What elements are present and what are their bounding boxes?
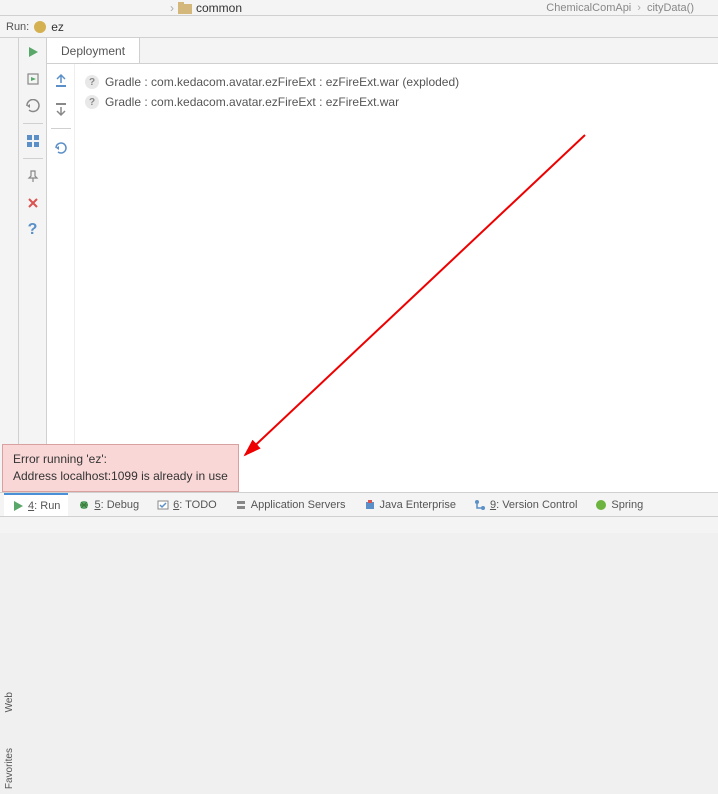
separator xyxy=(51,128,71,129)
separator xyxy=(23,158,43,159)
error-notification[interactable]: Error running 'ez': Address localhost:10… xyxy=(2,444,239,492)
rerun-button[interactable] xyxy=(21,40,45,64)
separator-icon: › xyxy=(637,2,641,14)
deployment-list: ? Gradle : com.kedacom.avatar.ezFireExt … xyxy=(75,64,718,492)
tab-spring[interactable]: Spring xyxy=(587,493,651,516)
question-icon: ? xyxy=(28,221,38,239)
folder-name: common xyxy=(196,1,242,15)
error-line1: Error running 'ez': xyxy=(13,451,228,468)
deployment-item[interactable]: ? Gradle : com.kedacom.avatar.ezFireExt … xyxy=(85,92,708,112)
folder-icon xyxy=(178,2,192,14)
breadcrumb-method[interactable]: cityData() xyxy=(647,2,694,14)
run-tool-window: Web Favorites ? Deployment xyxy=(0,38,718,492)
content-area: Deployment ? Gradle : com.kedacom.avatar… xyxy=(47,38,718,492)
breadcrumb: ChemicalComApi › cityData() xyxy=(546,2,714,14)
stop-button[interactable] xyxy=(21,94,45,118)
run-config-name[interactable]: ez xyxy=(51,20,64,34)
close-button[interactable] xyxy=(21,191,45,215)
separator xyxy=(23,123,43,124)
jump-button[interactable] xyxy=(21,67,45,91)
tab-app-servers[interactable]: Application Servers xyxy=(227,493,354,516)
error-line2: Address localhost:1099 is already in use xyxy=(13,468,228,485)
tab-todo[interactable]: 6: TODO xyxy=(149,493,225,516)
artifact-icon: ? xyxy=(85,75,99,89)
status-bar xyxy=(0,516,718,533)
layout-button[interactable] xyxy=(21,129,45,153)
bottom-tool-tabs: 4: Run 5: Debug 6: TODO Application Serv… xyxy=(0,492,718,516)
help-button[interactable]: ? xyxy=(21,218,45,242)
tab-version-control[interactable]: 9: Version Control xyxy=(466,493,585,516)
tab-debug[interactable]: 5: Debug xyxy=(70,493,147,516)
tab-web[interactable]: Web xyxy=(4,688,15,716)
tab-body: ? Gradle : com.kedacom.avatar.ezFireExt … xyxy=(47,64,718,492)
artifact-icon: ? xyxy=(85,95,99,109)
refresh-button[interactable] xyxy=(50,137,72,159)
undeploy-button[interactable] xyxy=(50,98,72,120)
tomcat-icon xyxy=(33,20,47,34)
tab-deployment[interactable]: Deployment xyxy=(47,38,140,63)
deployment-label: Gradle : com.kedacom.avatar.ezFireExt : … xyxy=(105,95,399,109)
pin-button[interactable] xyxy=(21,164,45,188)
deployment-toolbar xyxy=(47,64,75,492)
left-gutter: Web Favorites xyxy=(0,38,19,492)
folder-breadcrumb: › common xyxy=(170,1,242,15)
run-config-bar: Run: ez xyxy=(0,16,718,38)
tab-header: Deployment xyxy=(47,38,718,64)
tab-favorites[interactable]: Favorites xyxy=(4,744,15,793)
breadcrumb-class[interactable]: ChemicalComApi xyxy=(546,2,631,14)
deployment-label: Gradle : com.kedacom.avatar.ezFireExt : … xyxy=(105,75,459,89)
deployment-item[interactable]: ? Gradle : com.kedacom.avatar.ezFireExt … xyxy=(85,72,708,92)
deploy-button[interactable] xyxy=(50,70,72,92)
tab-java-enterprise[interactable]: Java Enterprise xyxy=(356,493,464,516)
tab-run[interactable]: 4: Run xyxy=(4,493,68,516)
chevron-right-icon: › xyxy=(170,1,174,15)
run-label: Run: xyxy=(6,21,29,33)
top-bar: › common ChemicalComApi › cityData() xyxy=(0,0,718,16)
run-toolbar: ? xyxy=(19,38,47,492)
